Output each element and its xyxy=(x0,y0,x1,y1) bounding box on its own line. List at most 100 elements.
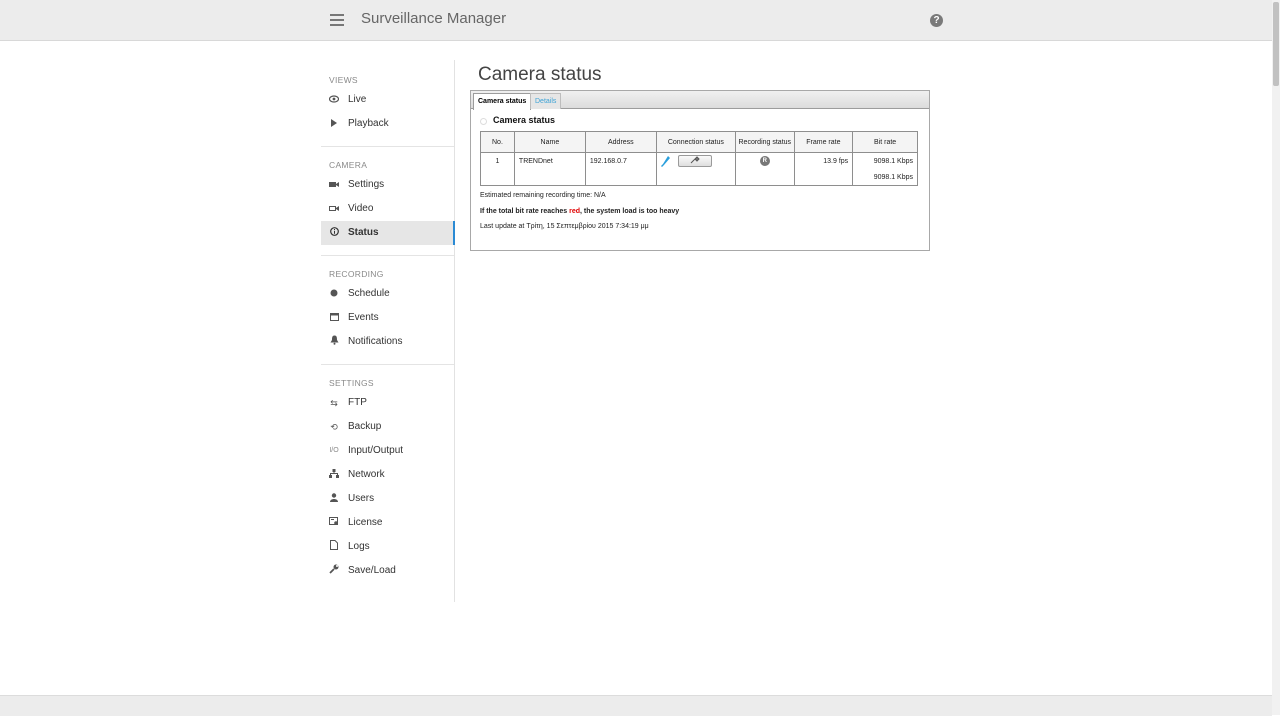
sidebar-item-label: Video xyxy=(348,203,374,214)
sidebar-item-events[interactable]: Events xyxy=(321,306,454,330)
sidebar-item-label: FTP xyxy=(348,397,367,408)
section-label-recording: RECORDING xyxy=(329,269,384,279)
sidebar-item-label: License xyxy=(348,517,383,528)
sidebar-item-save-load[interactable]: Save/Load xyxy=(321,559,454,583)
scrollbar-thumb[interactable] xyxy=(1273,2,1279,86)
cell-address: 192.168.0.7 xyxy=(584,152,657,169)
sidebar-item-notifications[interactable]: Notifications xyxy=(321,330,454,354)
play-icon xyxy=(328,112,340,136)
help-icon[interactable]: ? xyxy=(930,14,943,27)
cell-total-bit-rate: 9098.1 Kbps xyxy=(852,169,918,186)
sidebar-item-label: Live xyxy=(348,94,367,105)
video-icon xyxy=(328,197,340,221)
collapse-indicator-icon xyxy=(480,118,487,125)
sidebar-item-ftp[interactable]: ⇆ FTP xyxy=(321,391,454,415)
column-header: Bit rate xyxy=(852,131,918,153)
connected-plug-icon xyxy=(660,155,670,167)
sidebar-item-playback[interactable]: Playback xyxy=(321,112,454,136)
cell-empty xyxy=(584,169,657,186)
network-icon xyxy=(328,463,340,487)
eye-icon xyxy=(328,88,340,112)
sidebar-item-status[interactable]: Status xyxy=(321,221,455,245)
cell-connection-status xyxy=(655,152,736,169)
disconnect-button[interactable] xyxy=(677,155,712,167)
camera-status-table: No. Name Address Connection status Recor… xyxy=(480,131,918,186)
column-header: Address xyxy=(584,131,657,153)
table-header-row: No. Name Address Connection status Recor… xyxy=(480,131,918,153)
io-icon: I/O xyxy=(329,447,339,454)
table-row: 1 TRENDnet 192.168.0.7 R 13.9 fps 9098.1… xyxy=(480,152,918,169)
scrollbar[interactable] xyxy=(1272,0,1280,715)
column-header: Name xyxy=(513,131,586,153)
cell-frame-rate: 13.9 fps xyxy=(793,152,854,169)
calendar-icon xyxy=(328,306,340,330)
sidebar-item-logs[interactable]: Logs xyxy=(321,535,454,559)
hamburger-menu-icon[interactable] xyxy=(330,14,344,26)
sidebar-item-label: Input/Output xyxy=(348,445,404,456)
warning-text: If the total bit rate reaches xyxy=(480,208,570,215)
sidebar-item-network[interactable]: Network xyxy=(321,463,454,487)
sidebar-item-label: Network xyxy=(348,469,385,480)
recording-status-icon: R xyxy=(759,156,770,166)
column-header: Connection status xyxy=(655,131,736,153)
sidebar-item-license[interactable]: License xyxy=(321,511,454,535)
bit-rate-warning: If the total bit rate reaches red, the s… xyxy=(480,208,679,215)
cell-no: 1 xyxy=(480,152,515,169)
cell-empty xyxy=(734,169,795,186)
estimated-recording-time: Estimated remaining recording time: N/A xyxy=(480,192,606,199)
column-header: No. xyxy=(480,131,515,153)
table-row: 9098.1 Kbps xyxy=(480,169,918,186)
record-dot-icon xyxy=(328,282,340,306)
sidebar-item-label: Users xyxy=(348,493,375,504)
sidebar-item-input-output[interactable]: I/O Input/Output xyxy=(321,439,454,463)
sidebar-item-label: Events xyxy=(348,312,379,323)
cell-bit-rate: 9098.1 Kbps xyxy=(852,152,918,169)
cell-empty xyxy=(513,169,586,186)
sidebar-item-schedule[interactable]: Schedule xyxy=(321,282,454,306)
file-icon xyxy=(328,535,340,559)
sidebar-item-users[interactable]: Users xyxy=(321,487,454,511)
sidebar: VIEWS Live Playback CAMERA Settings Vide… xyxy=(321,60,455,602)
sidebar-item-label: Backup xyxy=(348,421,382,432)
sidebar-item-label: Settings xyxy=(348,179,385,190)
section-label-camera: CAMERA xyxy=(329,160,368,170)
cell-empty xyxy=(793,169,854,186)
sidebar-item-label: Schedule xyxy=(348,288,390,299)
last-update: Last update at Τρίτη, 15 Σεπτεμβρίου 201… xyxy=(480,223,649,230)
sidebar-item-settings[interactable]: Settings xyxy=(321,173,454,197)
tab-bar: Camera status Details xyxy=(471,91,929,110)
cell-name: TRENDnet xyxy=(513,152,586,169)
warning-red-text: red xyxy=(569,208,580,215)
tab-details[interactable]: Details xyxy=(530,93,562,109)
sidebar-item-label: Playback xyxy=(348,118,389,129)
user-icon xyxy=(328,487,340,511)
sidebar-item-label: Status xyxy=(348,227,379,238)
info-icon xyxy=(328,221,340,245)
column-header: Recording status xyxy=(734,131,795,153)
sidebar-item-backup[interactable]: ⟲ Backup xyxy=(321,415,454,439)
section-label-settings: SETTINGS xyxy=(329,378,374,388)
column-header: Frame rate xyxy=(793,131,854,153)
bell-icon xyxy=(328,330,340,354)
cell-recording-status: R xyxy=(734,152,795,169)
camera-icon xyxy=(328,173,340,197)
top-bar: Surveillance Manager ? xyxy=(0,0,1272,41)
cell-empty xyxy=(480,169,515,186)
wrench-icon xyxy=(328,559,340,583)
camera-status-panel: Camera status Details Camera status No. … xyxy=(470,90,930,251)
sidebar-item-live[interactable]: Live xyxy=(321,88,454,112)
tab-camera-status[interactable]: Camera status xyxy=(473,93,532,110)
sidebar-item-video[interactable]: Video xyxy=(321,197,454,221)
sidebar-item-label: Notifications xyxy=(348,336,403,347)
section-label-views: VIEWS xyxy=(329,75,358,85)
cell-empty xyxy=(655,169,736,186)
section-heading: Camera status xyxy=(480,115,555,125)
sidebar-item-label: Logs xyxy=(348,541,370,552)
license-icon xyxy=(328,511,340,535)
footer-bar xyxy=(0,695,1272,716)
app-title: Surveillance Manager xyxy=(361,10,507,27)
warning-text: , the system load is too heavy xyxy=(580,208,680,215)
transfer-icon: ⇆ xyxy=(330,398,338,408)
backup-icon: ⟲ xyxy=(330,422,338,432)
sidebar-item-label: Save/Load xyxy=(348,565,396,576)
